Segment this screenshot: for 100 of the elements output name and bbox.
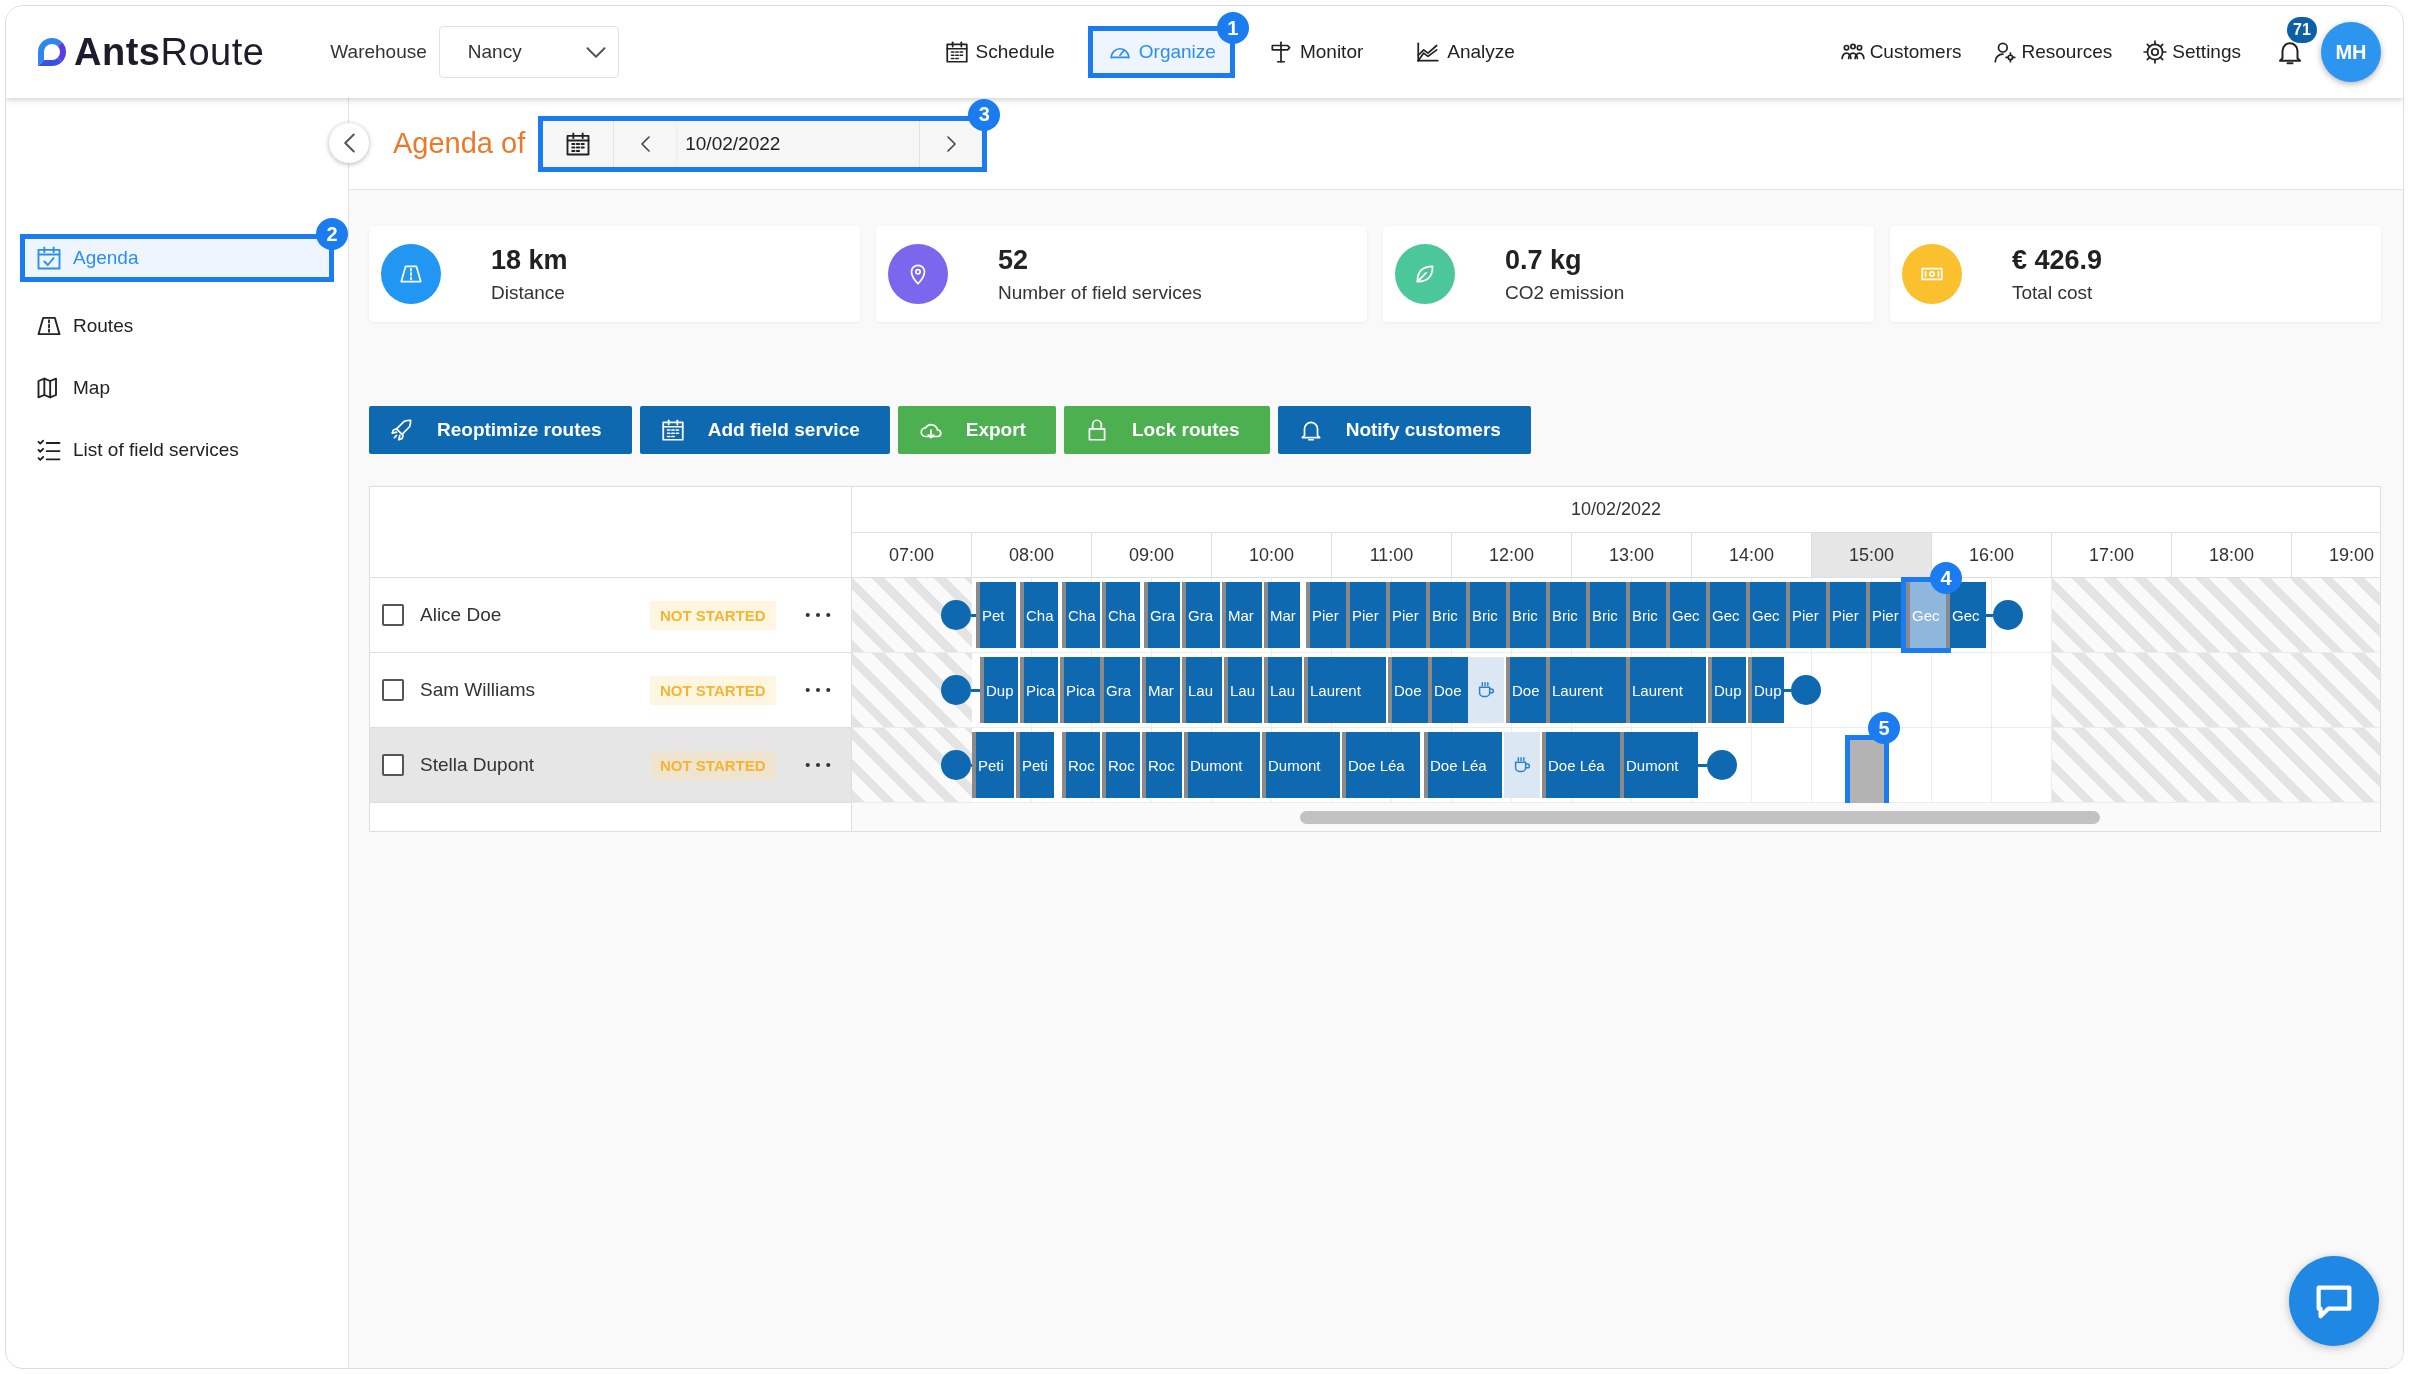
checkbox[interactable]	[382, 679, 404, 701]
logo[interactable]: AntsRoute	[74, 30, 265, 74]
visit-block[interactable]: Bric	[1426, 582, 1466, 648]
hour-header: 12:00	[1452, 533, 1572, 577]
visit-block[interactable]: Mar	[1142, 657, 1180, 723]
stat-label: Total cost	[2012, 281, 2094, 304]
visit-block[interactable]: Lau	[1182, 657, 1222, 723]
nav-link[interactable]: Settings	[2142, 39, 2241, 65]
more-icon[interactable]	[803, 761, 832, 769]
visit-block[interactable]: Roc	[1102, 732, 1140, 798]
visit-block[interactable]: Bric	[1506, 582, 1546, 648]
visit-block[interactable]: Lau	[1264, 657, 1302, 723]
nav-tab[interactable]: Analyze	[1396, 26, 1534, 78]
stat-value: 18 km	[491, 244, 568, 276]
visit-block[interactable]: Cha	[1102, 582, 1140, 648]
route-end-marker	[1698, 750, 1737, 780]
visit-block[interactable]: Gec	[1706, 582, 1746, 648]
visit-block[interactable]: Laurent	[1546, 657, 1626, 723]
checkbox[interactable]	[382, 754, 404, 776]
visit-block[interactable]: Roc	[1142, 732, 1182, 798]
visit-block[interactable]: Mar	[1264, 582, 1300, 648]
status-tag: NOT STARTED	[650, 750, 776, 780]
nav-tab[interactable]: Schedule	[924, 26, 1074, 78]
resource-name: Sam Williams	[420, 679, 537, 701]
warehouse-label: Warehouse	[330, 41, 427, 63]
visit-block[interactable]: Gec	[1666, 582, 1706, 648]
visit-block[interactable]: Doe Léa	[1424, 732, 1502, 798]
visit-block[interactable]: Gra	[1182, 582, 1220, 648]
break-block[interactable]	[1504, 732, 1540, 798]
visit-block[interactable]: Roc	[1062, 732, 1100, 798]
visit-block[interactable]: Pier	[1346, 582, 1386, 648]
visit-block[interactable]: Dumont	[1184, 732, 1260, 798]
visit-block[interactable]: Pier	[1306, 582, 1346, 648]
collapse-button[interactable]	[329, 123, 369, 163]
nav-link[interactable]: Resources	[1991, 39, 2113, 65]
visit-block[interactable]: Gra	[1144, 582, 1180, 648]
calendar-check-icon	[35, 244, 63, 272]
calendar-icon	[943, 39, 970, 65]
visit-block[interactable]: Cha	[1020, 582, 1058, 648]
visit-block[interactable]: Peti	[972, 732, 1014, 798]
visit-block[interactable]: Gec	[1746, 582, 1786, 648]
visit-block[interactable]: Doe	[1506, 657, 1546, 723]
visit-block[interactable]: Cha	[1062, 582, 1100, 648]
visit-block[interactable]: Doe Léa	[1542, 732, 1620, 798]
step-badge: 3	[968, 98, 1001, 131]
visit-block[interactable]: Bric	[1466, 582, 1506, 648]
more-icon[interactable]	[803, 611, 832, 619]
visit-block[interactable]: Dumont	[1262, 732, 1340, 798]
resource-row[interactable]: Alice Doe NOT STARTED	[370, 578, 851, 653]
visit-block[interactable]: Laurent	[1626, 657, 1706, 723]
timeline-date: 10/02/2022	[1570, 499, 1662, 520]
action-button[interactable]: Notify customers	[1277, 406, 1531, 454]
resource-name: Stella Dupont	[420, 754, 536, 776]
visit-block[interactable]: Dumont	[1620, 732, 1698, 798]
agenda-title: Agenda of	[393, 127, 526, 160]
calendar-icon	[659, 417, 686, 443]
visit-block[interactable]: Lau	[1224, 657, 1262, 723]
status-tag: NOT STARTED	[650, 600, 776, 630]
checkbox[interactable]	[382, 604, 404, 626]
nav-tab[interactable]: Monitor	[1248, 26, 1383, 78]
warehouse-select[interactable]: Nancy	[438, 26, 619, 78]
visit-block[interactable]: Pica	[1060, 657, 1100, 723]
more-icon[interactable]	[803, 686, 832, 694]
visit-block[interactable]: Doe	[1388, 657, 1428, 723]
visit-block[interactable]: Pica	[1020, 657, 1058, 723]
resource-name: Alice Doe	[420, 604, 503, 626]
resource-row[interactable]: Stella Dupont NOT STARTED	[370, 728, 851, 803]
date-value: 10/02/2022	[676, 120, 921, 167]
visit-block[interactable]: Pier	[1826, 582, 1866, 648]
hour-header: 07:00	[852, 533, 972, 577]
nav-link[interactable]: Customers	[1839, 39, 1962, 65]
action-button[interactable]: Reoptimize routes	[369, 406, 632, 454]
action-button[interactable]: Add field service	[639, 406, 890, 454]
visit-block[interactable]: Dup	[1708, 657, 1746, 723]
break-block[interactable]	[1468, 657, 1504, 723]
sidebar-item[interactable]: Map	[20, 364, 334, 412]
visit-block[interactable]: Laurent	[1304, 657, 1386, 723]
visit-block[interactable]: Bric	[1626, 582, 1666, 648]
visit-block[interactable]: Pier	[1386, 582, 1426, 648]
hour-header: 10:00	[1212, 533, 1332, 577]
visit-block[interactable]: Pier	[1786, 582, 1826, 648]
step-badge: 5	[1868, 712, 1900, 744]
user-avatar[interactable]: MH	[2321, 22, 2381, 82]
visit-block[interactable]: Dup	[1748, 657, 1784, 723]
chat-button[interactable]	[2289, 1256, 2379, 1346]
visit-block[interactable]: Peti	[1016, 732, 1054, 798]
visit-block[interactable]: Bric	[1546, 582, 1586, 648]
stat-label: Distance	[491, 281, 566, 304]
route-end-marker	[1784, 675, 1821, 705]
visit-block[interactable]: Mar	[1222, 582, 1262, 648]
sidebar-item[interactable]: List of field services	[20, 426, 334, 474]
hour-header: 09:00	[1092, 533, 1212, 577]
visit-block[interactable]: Doe Léa	[1342, 732, 1420, 798]
sidebar-item[interactable]: Routes	[20, 302, 334, 350]
visit-block[interactable]: Pet	[976, 582, 1016, 648]
visit-block[interactable]: Bric	[1586, 582, 1626, 648]
visit-block[interactable]: Dup	[980, 657, 1018, 723]
visit-block[interactable]: Doe	[1428, 657, 1468, 723]
scrollbar[interactable]	[1300, 811, 2100, 824]
visit-block[interactable]: Gra	[1100, 657, 1140, 723]
